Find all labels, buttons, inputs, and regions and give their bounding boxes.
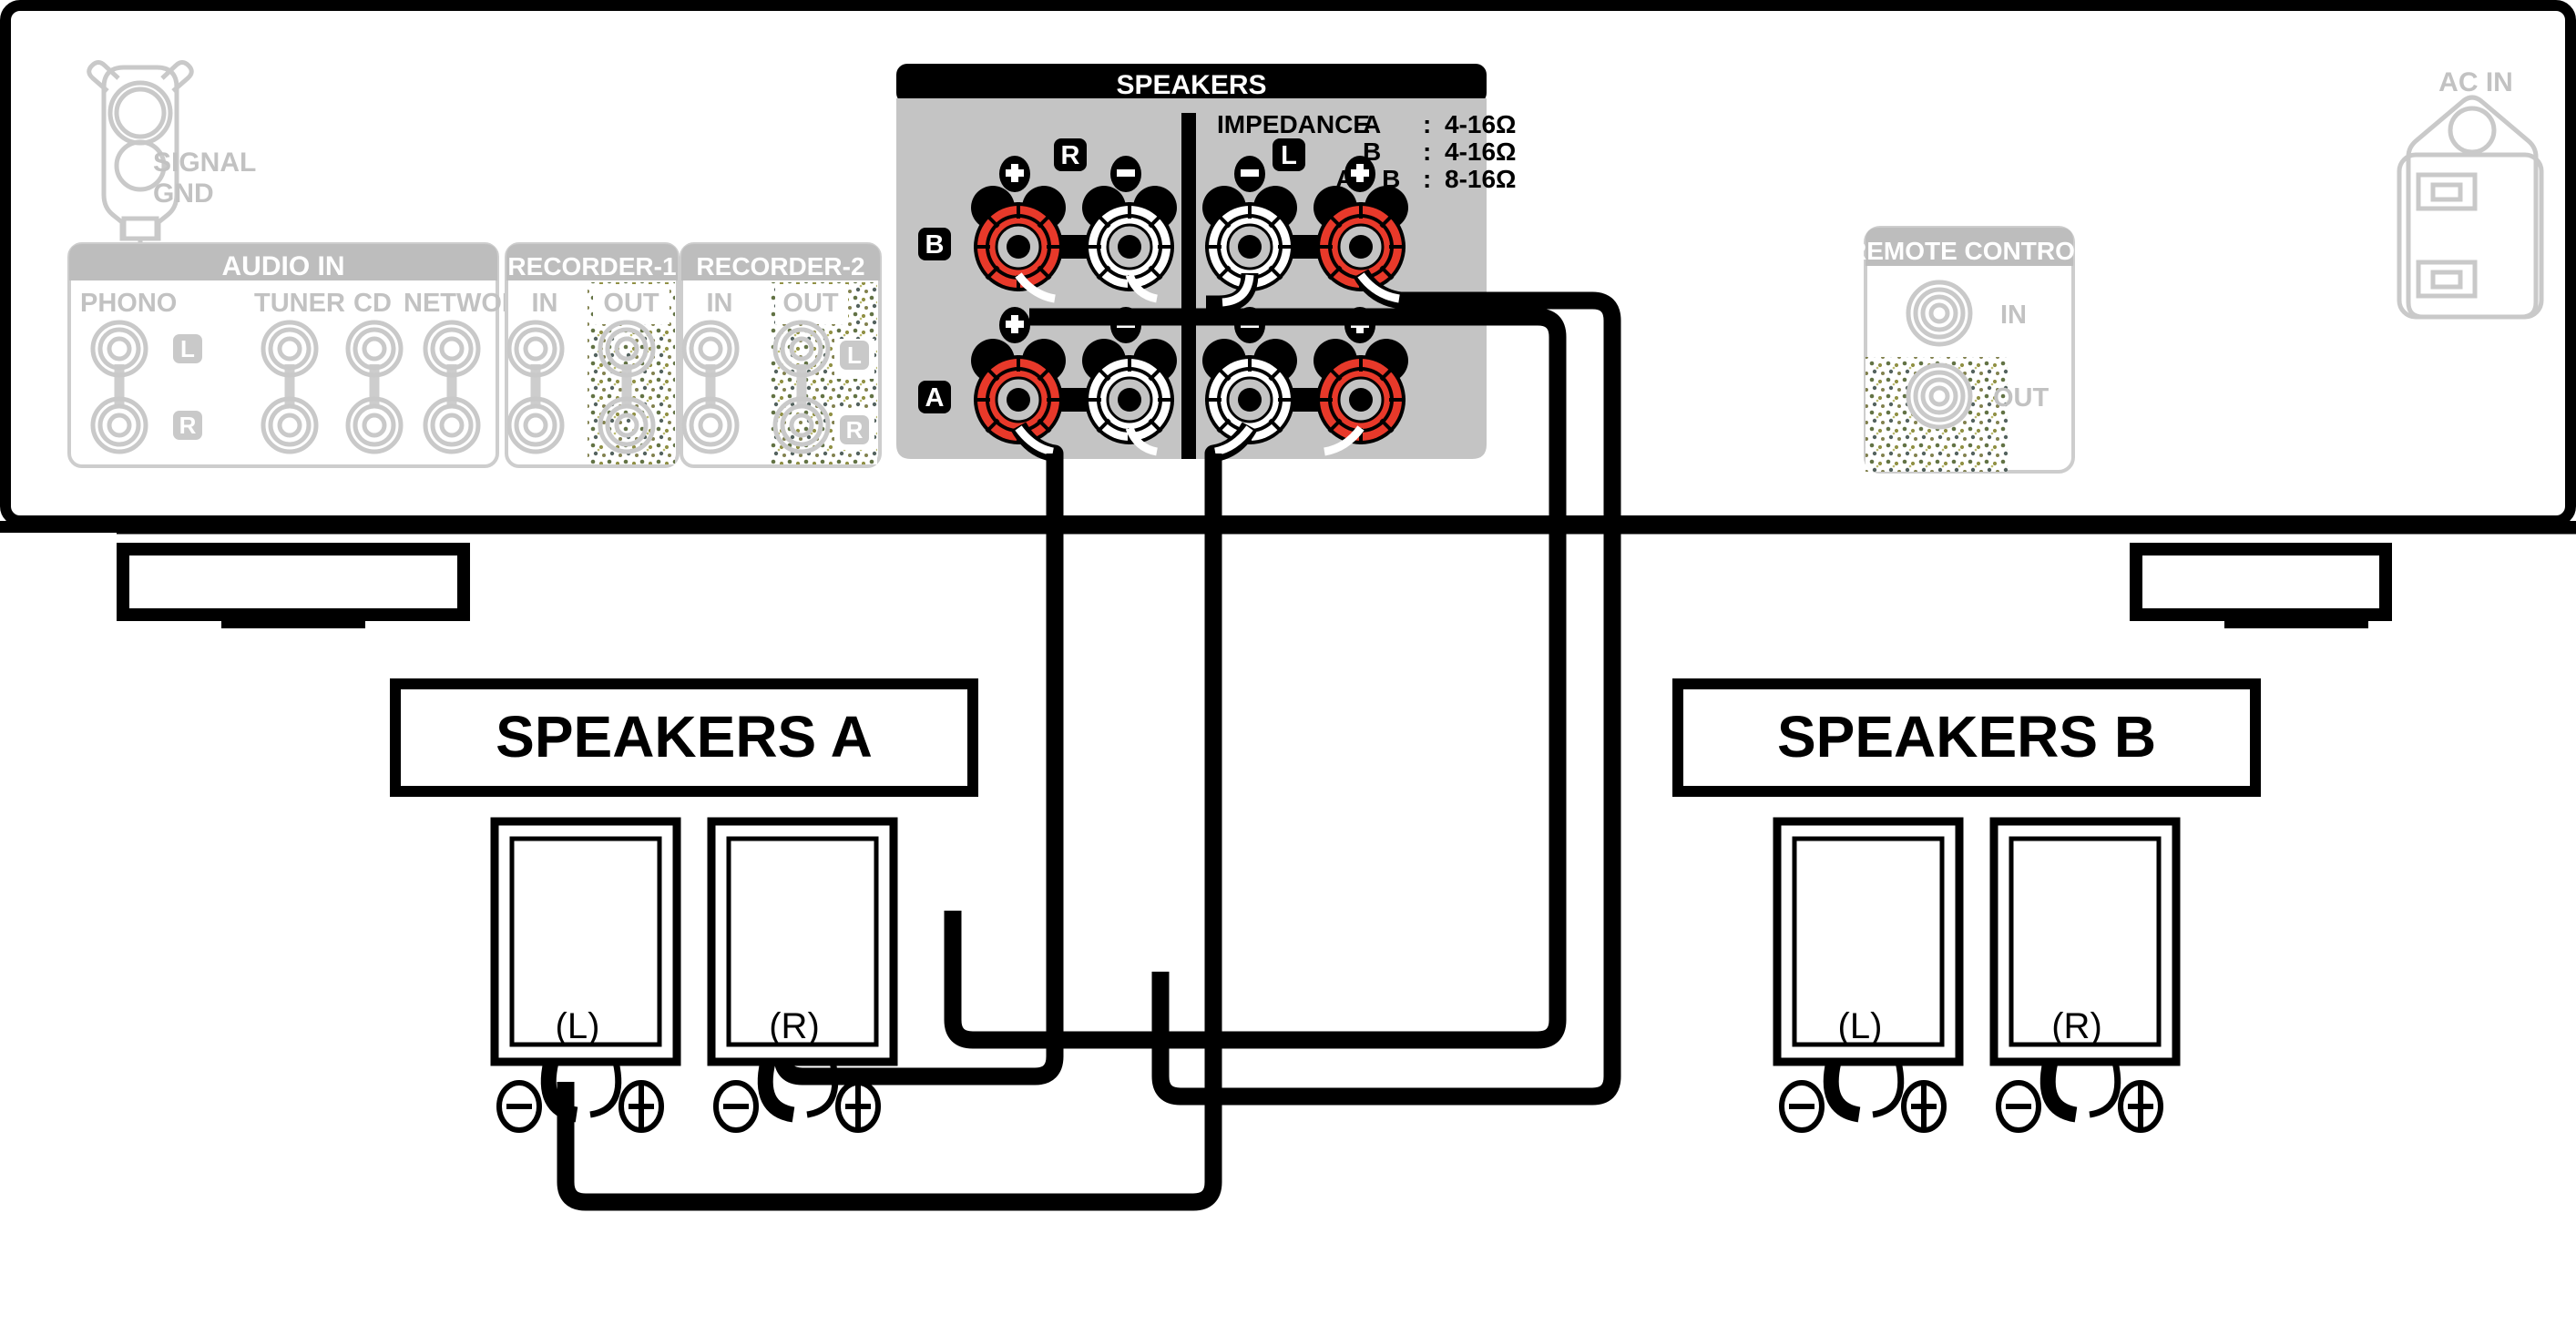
speaker-cabinet-b-r-label: (R)	[2051, 1006, 2102, 1046]
speaker-cabinet-a-r-label: (R)	[769, 1006, 820, 1046]
remote-control-panel: REMOTE CONTROL IN OUT	[1848, 226, 2090, 474]
signal-gnd-label-line2: GND	[153, 178, 214, 209]
impedance-row-1-value: 4-16Ω	[1445, 138, 1517, 166]
ac-in-label: AC IN	[2438, 67, 2513, 97]
recorder-2-channel-l: L	[847, 341, 862, 369]
recorder-1-panel: RECORDER-1 IN OUT	[505, 242, 680, 468]
impedance-row-0-name: A	[1363, 110, 1381, 138]
speaker-cabinet-b-l: (L)	[1773, 817, 1964, 1133]
recorder-1-out-label: OUT	[603, 289, 659, 318]
speaker-cabinet-a-l-label: (L)	[556, 1006, 600, 1046]
jack-label-phono: PHONO	[80, 289, 177, 318]
jack-label-tuner: TUNER	[254, 289, 345, 318]
remote-out-label: OUT	[1993, 383, 2050, 413]
recorder-1-in-label: IN	[532, 289, 558, 318]
speakers-a-group: SPEAKERS A (L) (R)	[390, 678, 978, 1133]
cable-a-l-minus	[557, 422, 1258, 1211]
diagram-canvas: SIGNAL GND AUDIO IN PHONO TUNER CD NETWO…	[0, 0, 2576, 1325]
chassis-feet	[0, 521, 2576, 628]
speakers-channel-r: R	[1061, 141, 1080, 170]
signal-gnd-label-line1: SIGNAL	[153, 148, 256, 178]
impedance-row-0-value: 4-16Ω	[1445, 110, 1517, 138]
impedance-row-0-sep: :	[1423, 110, 1431, 138]
impedance-title: IMPEDANCE	[1217, 110, 1370, 138]
impedance-row-2-value: 8-16Ω	[1445, 165, 1517, 193]
speakers-a-title: SPEAKERS A	[496, 704, 873, 770]
audio-in-header: AUDIO IN	[222, 251, 345, 281]
remote-in-label: IN	[2000, 301, 2027, 330]
speakers-row-b-label: B	[925, 230, 945, 260]
recorder-2-in-label: IN	[707, 289, 733, 318]
speakers-b-group: SPEAKERS B (L) (R)	[1672, 678, 2261, 1133]
audio-in-panel: AUDIO IN PHONO TUNER CD NETWORK L R	[67, 242, 540, 468]
remote-control-header: REMOTE CONTROL	[1848, 237, 2090, 265]
speakers-row-a-label: A	[925, 383, 945, 413]
speaker-cabinet-b-l-label: (L)	[1838, 1006, 1883, 1046]
recorder-2-header: RECORDER-2	[696, 252, 864, 280]
speakers-panel-header: SPEAKERS	[1116, 70, 1266, 100]
impedance-row-2-sep: :	[1423, 165, 1431, 193]
recorder-2-channel-r: R	[846, 416, 864, 443]
impedance-row-1-sep: :	[1423, 138, 1431, 166]
speakers-terminal-panel: SPEAKERS IMPEDANCE A : 4-16Ω B : 4-16Ω A…	[896, 64, 1517, 459]
speakers-channel-l: L	[1281, 141, 1297, 170]
audio-in-channel-l: L	[180, 335, 195, 362]
audio-in-channel-r: R	[179, 412, 197, 439]
recorder-2-panel: RECORDER-2 IN OUT L R	[680, 242, 882, 468]
speaker-cabinet-b-r: (R)	[1989, 817, 2181, 1133]
recorder-1-header: RECORDER-1	[507, 252, 676, 280]
jack-label-cd: CD	[353, 289, 392, 318]
recorder-2-out-label: OUT	[782, 289, 839, 318]
speakers-b-title: SPEAKERS B	[1777, 704, 2156, 770]
speaker-cabinet-a-l: (L)	[490, 817, 681, 1133]
remote-out-jack	[1906, 362, 1973, 430]
